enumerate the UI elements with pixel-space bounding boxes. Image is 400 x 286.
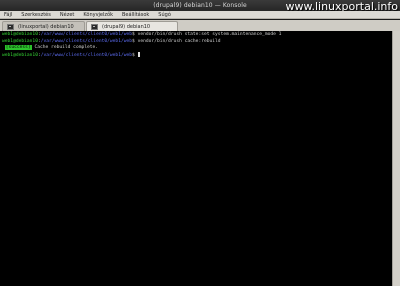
prompt-symbol: $ xyxy=(132,38,135,44)
command-text: vendor/bin/drush state:set system.mainte… xyxy=(137,32,282,37)
terminal-icon xyxy=(91,23,98,30)
success-badge: [success] xyxy=(4,45,32,51)
menu-file[interactable]: Fájl xyxy=(4,11,12,19)
tab-linuxportal[interactable]: (linuxportal) debian10 xyxy=(2,21,85,31)
prompt-symbol: $ xyxy=(132,52,135,58)
terminal-icon xyxy=(7,23,14,30)
terminal-line: web1@debian10:/var/www/clients/client0/w… xyxy=(2,32,390,39)
prompt-path: /var/www/clients/client0/web1/web xyxy=(40,32,133,37)
output-message: Cache rebuild complete. xyxy=(31,45,99,51)
menu-view[interactable]: Nézet xyxy=(60,11,74,19)
prompt-user: web1@debian10 xyxy=(2,38,38,44)
prompt-symbol: $ xyxy=(132,32,135,37)
prompt-path: /var/www/clients/client0/web1/web xyxy=(40,52,133,58)
window-title: (drupal9) debian10 — Konsole xyxy=(153,2,247,9)
menu-settings[interactable]: Beállítások xyxy=(122,11,149,19)
terminal-output[interactable]: web1@debian10:/var/www/clients/client0/w… xyxy=(0,31,392,286)
prompt-path: /var/www/clients/client0/web1/web xyxy=(40,38,133,44)
terminal-line: [success] Cache rebuild complete. xyxy=(2,45,390,52)
prompt-user: web1@debian10 xyxy=(2,52,38,58)
terminal-scrollbar[interactable] xyxy=(392,31,400,286)
menu-bookmarks[interactable]: Könyvjelzők xyxy=(83,11,113,19)
menu-help[interactable]: Súgó xyxy=(158,11,171,19)
menu-edit[interactable]: Szerkesztés xyxy=(21,11,51,19)
prompt-user: web1@debian10 xyxy=(2,32,38,37)
text-cursor xyxy=(137,51,141,57)
menu-bar: Fájl Szerkesztés Nézet Könyvjelzők Beáll… xyxy=(0,11,400,19)
command-text: vendor/bin/drush cache:rebuild xyxy=(137,38,221,44)
tab-label: (linuxportal) debian10 xyxy=(18,23,74,30)
tab-label: (drupal9) debian10 xyxy=(102,23,151,30)
tab-drupal9[interactable]: (drupal9) debian10 xyxy=(86,21,178,31)
terminal-line: web1@debian10:/var/www/clients/client0/w… xyxy=(2,51,390,60)
